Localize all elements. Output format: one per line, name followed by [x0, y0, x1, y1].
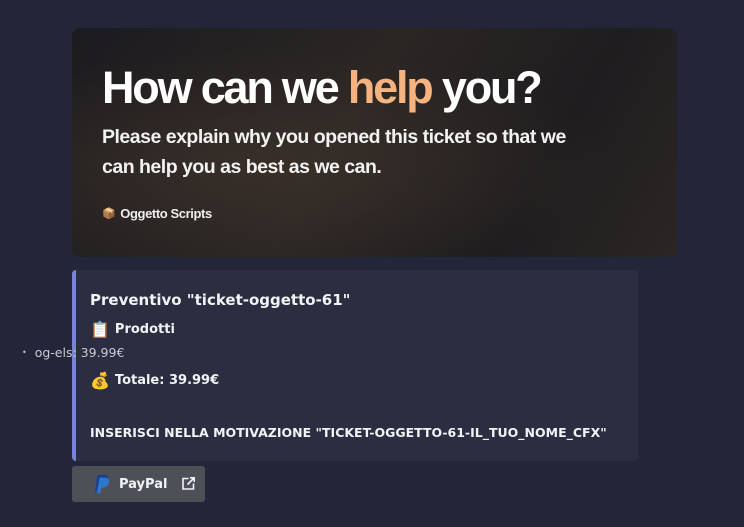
money-bag-icon: 💰 — [90, 371, 110, 390]
package-icon: 📦 — [102, 208, 116, 220]
paypal-button[interactable]: PayPal — [72, 466, 205, 502]
headline-part-1: How can we — [102, 62, 348, 113]
quote-embed: Preventivo "ticket-oggetto-61" 📋 Prodott… — [72, 270, 638, 461]
products-field: 📋 Prodotti — [90, 320, 175, 339]
ticket-banner: How can we help you? Please explain why … — [72, 28, 677, 257]
total-field: 💰 Totale: 39.99€ — [90, 371, 219, 390]
motivation-notice: INSERISCI NELLA MOTIVAZIONE "TICKET-OGGE… — [90, 425, 607, 440]
product-text: og-els: 39.99€ — [34, 345, 125, 360]
total-label: Totale: 39.99€ — [114, 373, 220, 388]
banner-headline: How can we help you? — [102, 62, 543, 114]
clipboard-icon: 📋 — [90, 320, 110, 339]
external-link-icon — [182, 477, 196, 490]
products-label: Prodotti — [114, 322, 175, 337]
headline-part-2: you? — [431, 62, 543, 113]
list-item: • og-els: 39.99€ — [22, 345, 124, 360]
paypal-button-label: PayPal — [119, 476, 168, 492]
bullet: • — [22, 348, 27, 357]
embed-title: Preventivo "ticket-oggetto-61" — [90, 291, 351, 309]
headline-highlight: help — [347, 62, 434, 113]
brand-name: Oggetto Scripts — [120, 206, 212, 221]
paypal-icon — [94, 474, 110, 494]
brand: 📦 Oggetto Scripts — [102, 206, 212, 221]
banner-subtitle: Please explain why you opened this ticke… — [102, 126, 566, 178]
